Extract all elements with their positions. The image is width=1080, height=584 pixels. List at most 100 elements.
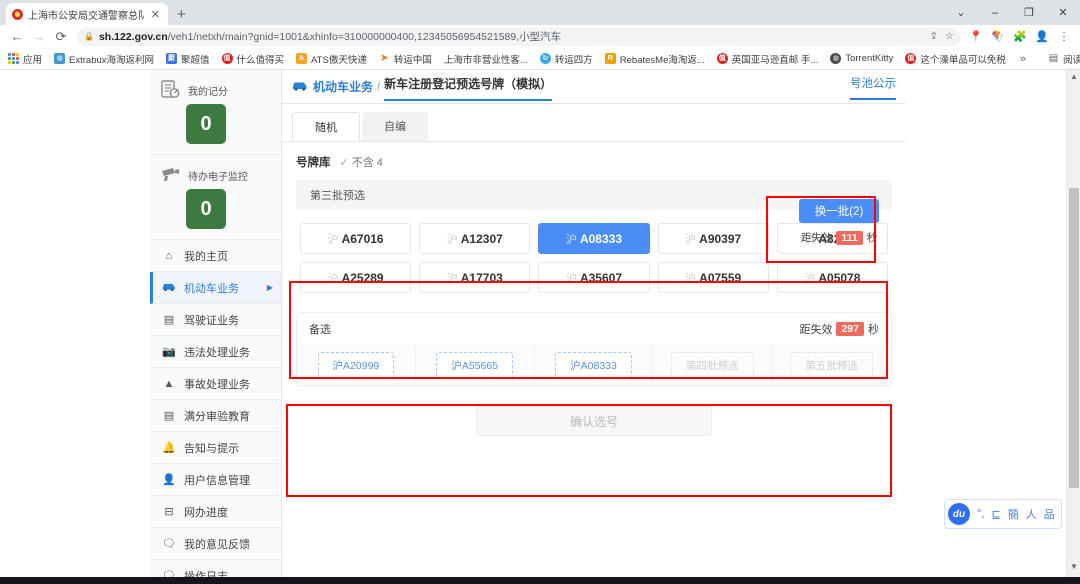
sidebar-item-education[interactable]: ▤ 满分审验教育: [150, 400, 281, 432]
ime-punctuation-icon[interactable]: °,: [977, 508, 984, 520]
sidebar-item-license[interactable]: ▤ 驾驶证业务: [150, 304, 281, 336]
page-scrollbar[interactable]: ▲ ▼: [1066, 70, 1080, 577]
bookmark-item[interactable]: A ATS傲天快递: [290, 50, 373, 68]
reload-button[interactable]: ⟳: [50, 27, 72, 47]
bookmark-item[interactable]: 值 什么值得买: [216, 50, 291, 68]
window-maximize-icon[interactable]: ❐: [1012, 0, 1046, 25]
bookmark-item[interactable]: 上海市非营业性客...: [438, 50, 534, 68]
sidebar-item-label: 机动车业务: [184, 282, 239, 295]
scroll-up-arrow-icon[interactable]: ▲: [1070, 72, 1078, 81]
pool-notice-link[interactable]: 号池公示: [850, 75, 896, 100]
stat-label: 我的记分: [188, 87, 228, 98]
new-tab-button[interactable]: +: [177, 6, 186, 23]
bookmark-item[interactable]: ↻ 转运四方: [534, 50, 599, 68]
address-bar[interactable]: 🔒 sh.122.gov.cn/veh1/netxh/main?gnid=100…: [77, 27, 961, 46]
refresh-batch-button[interactable]: 换一批(2): [799, 199, 879, 223]
sidebar-item-notice[interactable]: 🔔 告知与提示: [150, 432, 281, 464]
baidu-ime-toolbar[interactable]: du °, ⊑ 簡 人 品: [944, 499, 1062, 529]
tab-title: 上海市公安局交通警察总队互联: [28, 10, 144, 22]
reading-list-label: 阅读清单: [1063, 54, 1080, 66]
plate-option[interactable]: 沪 A07559: [657, 262, 769, 293]
countdown-value: 297: [836, 322, 864, 336]
backup-chip: 沪A55665: [436, 351, 514, 379]
profile-icon[interactable]: 👤: [1032, 27, 1052, 47]
backup-slot[interactable]: 沪A08333: [534, 345, 654, 385]
share-icon[interactable]: ⇪: [930, 31, 938, 42]
warning-triangle-icon: ▲: [163, 377, 175, 390]
bookmark-item[interactable]: 聚 聚超值: [160, 50, 216, 68]
bookmark-star-icon[interactable]: ☆: [945, 31, 954, 42]
plate-number: A08333: [579, 231, 623, 246]
tab-custom[interactable]: 自编: [362, 112, 428, 141]
window-close-icon[interactable]: ✕: [1046, 0, 1080, 25]
sidebar-item-violation[interactable]: 📷 违法处理业务: [150, 336, 281, 368]
browser-tab[interactable]: 上海市公安局交通警察总队互联 ✕: [6, 3, 168, 25]
plate-option[interactable]: 沪 A12307: [419, 223, 531, 254]
browser-window: 上海市公安局交通警察总队互联 ✕ + ⌄ – ❐ ✕ ← → ⟳ 🔒 sh.12…: [0, 0, 1080, 584]
menu-dots-icon[interactable]: ⋮: [1054, 27, 1074, 47]
lock-icon: 🔒: [84, 32, 94, 41]
bookmark-item[interactable]: 值 英国亚马逊直邮 手...: [711, 50, 825, 68]
plate-prefix: 沪: [565, 233, 577, 246]
plate-option[interactable]: 沪 A35607: [538, 262, 650, 293]
bookmark-item[interactable]: R RebatesMe海淘返...: [599, 50, 711, 68]
taskbar: [0, 577, 1080, 584]
plate-option-selected[interactable]: 沪 A08333: [538, 223, 650, 254]
plate-prefix: 沪: [565, 272, 577, 285]
breadcrumb-root[interactable]: 机动车业务: [313, 78, 373, 95]
pin-icon[interactable]: 📍: [966, 27, 986, 47]
forward-button[interactable]: →: [28, 27, 50, 47]
browser-toolbar: ← → ⟳ 🔒 sh.122.gov.cn/veh1/netxh/main?gn…: [0, 25, 1080, 48]
backup-slot-empty: 第四批预选: [653, 345, 773, 385]
plate-option[interactable]: 沪 A17703: [419, 262, 531, 293]
ime-user-icon[interactable]: 人: [1026, 506, 1037, 522]
backup-slot[interactable]: 沪A20999: [297, 345, 416, 385]
tab-close-icon[interactable]: ✕: [149, 8, 162, 21]
ime-keyboard-icon[interactable]: ⊑: [991, 508, 1000, 521]
sidebar-item-progress[interactable]: ⊟ 网办进度: [150, 496, 281, 528]
sidebar-item-vehicle[interactable]: 机动车业务 ▶: [150, 272, 281, 304]
tab-strip: 上海市公安局交通警察总队互联 ✕ + ⌄ – ❐ ✕: [0, 0, 1080, 25]
sidebar-item-feedback[interactable]: 🗨 我的意见反馈: [150, 528, 281, 560]
extension-kite-icon[interactable]: 🪁: [988, 27, 1008, 47]
home-icon: ⌂: [165, 249, 173, 262]
confirm-selection-button[interactable]: 确认选号: [476, 406, 712, 436]
back-button[interactable]: ←: [6, 27, 28, 47]
backup-slot-empty: 第五批预选: [772, 345, 891, 385]
sidebar-item-log[interactable]: 🗨 操作日志: [150, 560, 281, 577]
bookmark-apps[interactable]: 应用: [6, 50, 48, 68]
bookmark-item[interactable]: 值 这个澡单品可以免税: [899, 50, 1012, 68]
omnibox-icons: ⇪ ☆: [930, 31, 954, 42]
scrollbar-thumb[interactable]: [1069, 188, 1079, 488]
window-minimize-icon[interactable]: –: [978, 0, 1012, 25]
reading-list-button[interactable]: ▤ 阅读清单: [1042, 50, 1080, 68]
scroll-down-arrow-icon[interactable]: ▼: [1070, 562, 1078, 571]
countdown-suffix: 秒: [868, 324, 879, 336]
bookmarks-overflow-button[interactable]: »: [1012, 53, 1034, 65]
bookmark-item[interactable]: ➤ 转运中国: [373, 50, 438, 68]
window-more-icon[interactable]: ⌄: [944, 0, 978, 25]
backup-card: 备选 距失效 297 秒 沪A20999 沪A55665 沪A08333 第四批…: [296, 312, 892, 386]
bookmark-item[interactable]: ◍ Extrabux海淘返利网: [48, 50, 160, 68]
puzzle-icon[interactable]: 🧩: [1010, 27, 1030, 47]
tab-random[interactable]: 随机: [292, 112, 360, 141]
ime-toolbox-icon[interactable]: 品: [1044, 506, 1055, 522]
plate-option[interactable]: 沪 A90397: [657, 223, 769, 254]
refresh-area: 换一批(2) 距失效 111 秒: [788, 199, 890, 245]
plate-option[interactable]: 沪 A05078: [776, 262, 888, 293]
ime-simplified-icon[interactable]: 簡: [1008, 506, 1019, 522]
bookmark-item[interactable]: ◍ TorrentKitty: [824, 50, 899, 68]
batch-label: 第三批预选: [310, 190, 365, 202]
sidebar-item-user[interactable]: 👤 用户信息管理: [150, 464, 281, 496]
plate-option[interactable]: 沪 A25289: [300, 262, 412, 293]
sidebar-item-home[interactable]: ⌂ 我的主页: [150, 240, 281, 272]
jcz-icon: 聚: [166, 53, 178, 64]
plate-prefix: 沪: [446, 233, 458, 246]
backup-slot[interactable]: 沪A55665: [415, 345, 535, 385]
globe-icon: ◍: [830, 53, 842, 64]
plate-option[interactable]: 沪 A67016: [300, 223, 412, 254]
bookmark-label: 上海市非营业性客...: [443, 54, 528, 66]
sidebar-item-accident[interactable]: ▲ 事故处理业务: [150, 368, 281, 400]
toolbar-icons: 📍 🪁 🧩 👤 ⋮: [966, 27, 1074, 47]
exclude-four-checkbox[interactable]: ✓ 不含 4: [340, 154, 383, 170]
